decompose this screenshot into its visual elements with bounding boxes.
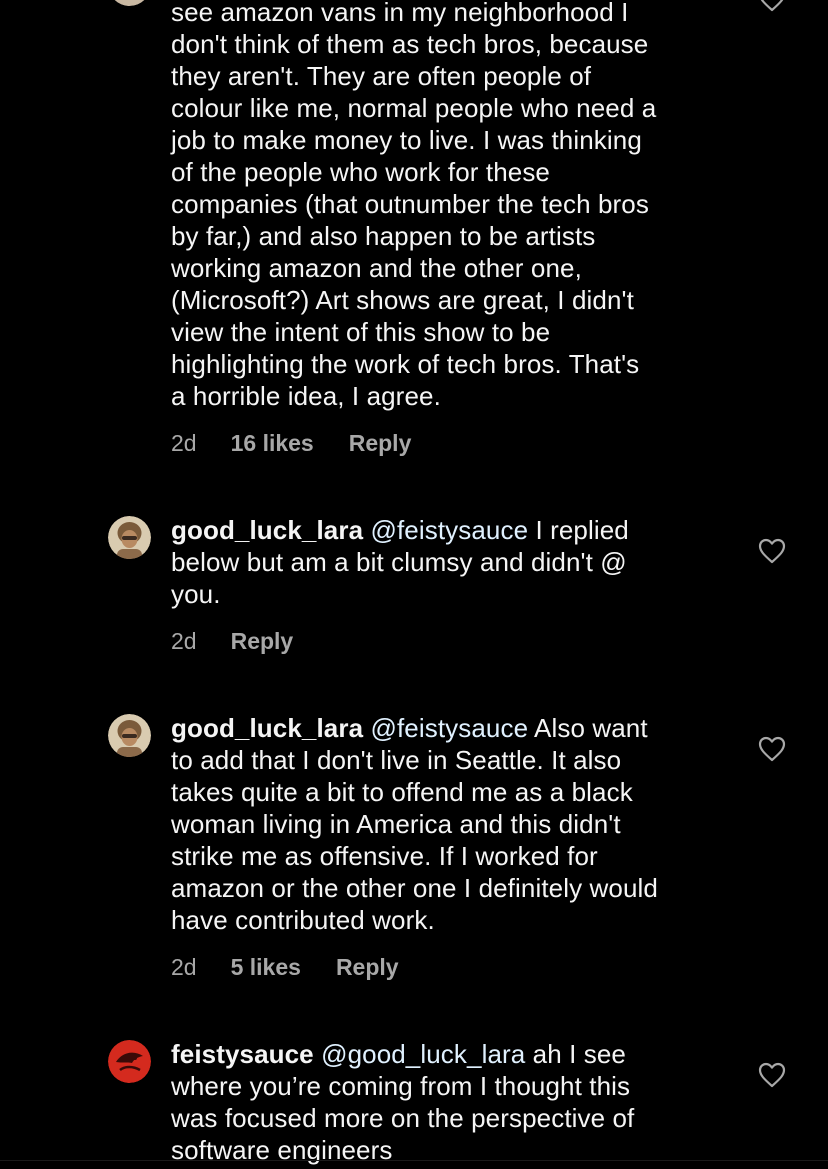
comment-first-line: good_luck_lara @feistysauce I replied [171, 514, 719, 546]
avatar[interactable] [108, 516, 151, 559]
comment-line: strike me as offensive. If I worked for [171, 841, 598, 871]
comment-line: you. [171, 579, 221, 609]
comment-line: I replied [528, 515, 629, 545]
divider [0, 1160, 828, 1161]
comment-timestamp: 2d [171, 954, 197, 980]
comment-line: Also want [528, 713, 648, 743]
comment-line: where you’re coming from I thought this [171, 1071, 631, 1101]
comment-first-line: feistysauce @good_luck_lara ah I see [171, 1038, 719, 1070]
comment-line: (Microsoft?) Art shows are great, I didn… [171, 285, 634, 315]
comment-line: see amazon vans in my neighborhood I [171, 0, 629, 27]
comment-meta: 2d Reply [171, 627, 293, 655]
heart-outline-icon[interactable] [758, 1062, 786, 1088]
heart-outline-icon[interactable] [758, 0, 786, 12]
comment-line: of the people who work for these [171, 157, 550, 187]
heart-outline-icon[interactable] [758, 736, 786, 762]
comment-text: good_luck_lara @feistysauce Also want to… [171, 712, 719, 936]
avatar[interactable] [108, 1040, 151, 1083]
comment-line: ah I see [525, 1039, 626, 1069]
comment-first-line: good_luck_lara @feistysauce Also want [171, 712, 719, 744]
mention-link[interactable]: @feistysauce [370, 713, 528, 743]
avatar-image [108, 516, 151, 559]
comment-line: don't think of them as tech bros, becaus… [171, 29, 649, 59]
username-link[interactable]: good_luck_lara [171, 713, 363, 743]
comment-meta: 2d 5 likes Reply [171, 953, 399, 981]
comment-line: software engineers [171, 1135, 393, 1165]
reply-button[interactable]: Reply [231, 627, 294, 655]
reply-button[interactable]: Reply [336, 953, 399, 981]
comment-line: working amazon and the other one, [171, 253, 582, 283]
comment-line: they aren't. They are often people of [171, 61, 592, 91]
comment-text: see amazon vans in my neighborhood I don… [171, 0, 719, 412]
likes-count[interactable]: 16 likes [231, 429, 314, 457]
comment-text: good_luck_lara @feistysauce I replied be… [171, 514, 719, 610]
avatar-image [108, 1040, 151, 1083]
comment-line: view the intent of this show to be [171, 317, 551, 347]
comment-line: below but am a bit clumsy and didn't @ [171, 547, 627, 577]
mention-link[interactable]: @feistysauce [370, 515, 528, 545]
comment-meta: 2d 16 likes Reply [171, 429, 411, 457]
username-link[interactable]: feistysauce [171, 1039, 314, 1069]
comment-line: have contributed work. [171, 905, 435, 935]
comment-timestamp: 2d [171, 430, 197, 456]
comment-line: job to make money to live. I was thinkin… [171, 125, 642, 155]
likes-count[interactable]: 5 likes [231, 953, 301, 981]
comment-line: a horrible idea, I agree. [171, 381, 441, 411]
comment-line: woman living in America and this didn't [171, 809, 621, 839]
comment-line: to add that I don't live in Seattle. It … [171, 745, 622, 775]
comment-line: takes quite a bit to offend me as a blac… [171, 777, 633, 807]
comment-text: feistysauce @good_luck_lara ah I see whe… [171, 1038, 719, 1166]
heart-outline-icon[interactable] [758, 538, 786, 564]
comment-line: companies (that outnumber the tech bros [171, 189, 649, 219]
comment-line: highlighting the work of tech bros. That… [171, 349, 640, 379]
reply-button[interactable]: Reply [349, 429, 412, 457]
comment-line: colour like me, normal people who need a [171, 93, 657, 123]
mention-link[interactable]: @good_luck_lara [321, 1039, 525, 1069]
comment-line: amazon or the other one I definitely wou… [171, 873, 658, 903]
comment-line: was focused more on the perspective of [171, 1103, 635, 1133]
avatar[interactable] [108, 714, 151, 757]
avatar-image [108, 714, 151, 757]
comment-timestamp: 2d [171, 628, 197, 654]
avatar[interactable] [108, 0, 151, 6]
comment-line: by far,) and also happen to be artists [171, 221, 596, 251]
username-link[interactable]: good_luck_lara [171, 515, 363, 545]
avatar-image [114, 0, 145, 6]
